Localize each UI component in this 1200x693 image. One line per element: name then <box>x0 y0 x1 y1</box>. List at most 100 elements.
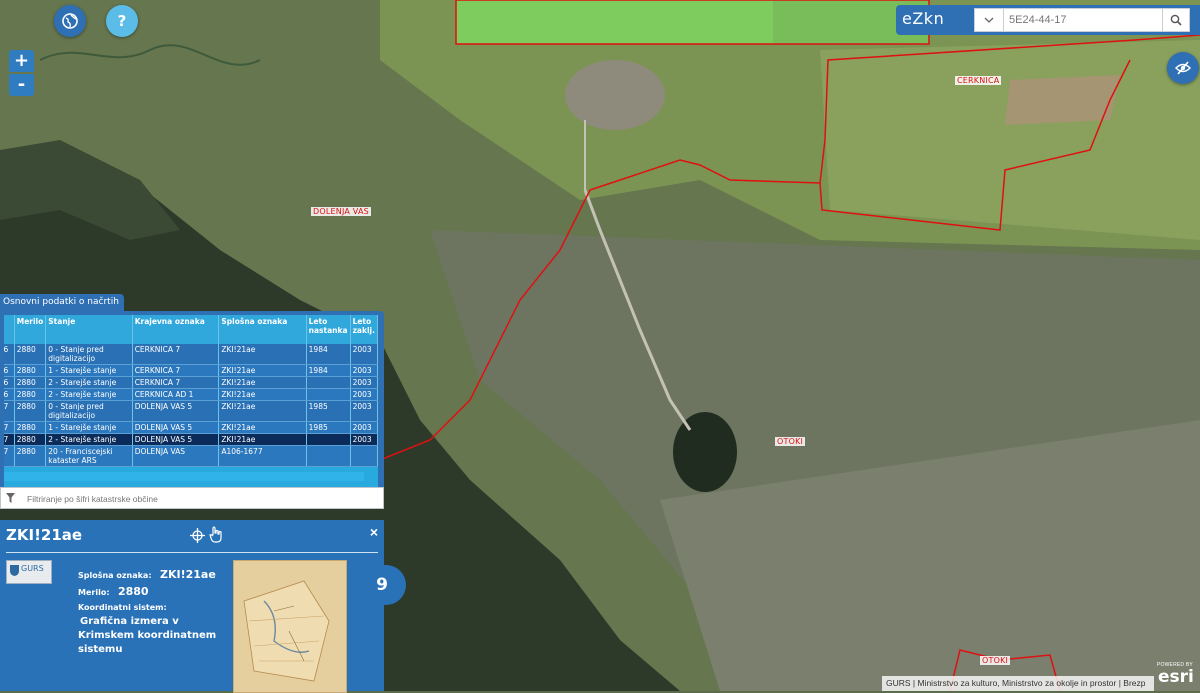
column-header-leto[interactable]: Leto nastanka <box>306 315 351 344</box>
column-header-leto-zakljucka[interactable]: Leto zaklj. <box>350 315 378 344</box>
column-header-merilo[interactable]: Merilo <box>14 315 47 344</box>
table-cell-splosna: ZKI!21ae <box>218 400 307 422</box>
table-cell-id: 476 <box>4 344 15 365</box>
table-cell-leto2: 2003 <box>350 421 378 434</box>
table-cell-merilo: 2880 <box>14 376 47 389</box>
table-cell-krajevna: DOLENJA VAS 5 <box>132 433 220 446</box>
table-cell-leto2: 2003 <box>350 388 378 401</box>
table-cell-leto: 1985 <box>306 421 351 434</box>
esri-wordmark: esri <box>1158 667 1194 687</box>
shield-icon <box>10 565 19 576</box>
table-cell-id: 476 <box>4 388 15 401</box>
table-row[interactable]: 47628802 - Starejše stanjeCERKNICA 7ZKI!… <box>4 376 378 389</box>
table-cell-stanje: 1 - Starejše stanje <box>45 421 133 434</box>
table-cell-leto: 1985 <box>306 400 351 422</box>
gurs-logo: GURS <box>6 560 52 584</box>
table-cell-merilo: 2880 <box>14 400 47 422</box>
zoom-out-button[interactable]: - <box>9 74 34 96</box>
info-row-splosna: Splošna oznaka: ZKI!21ae <box>78 565 216 583</box>
info-row-koordinatni: Koordinatni sistem: Grafična izmera v Kr… <box>78 600 218 656</box>
search-input[interactable] <box>1009 9 1159 31</box>
globe-button[interactable] <box>54 5 86 37</box>
column-header-id[interactable]: ID <box>4 315 15 344</box>
table-cell-stanje: 0 - Stanje pred digitalizacijo <box>45 400 133 422</box>
pointer-hand-icon[interactable] <box>209 526 223 543</box>
info-panel: ZKI!21ae × GURS Splošna oznaka: ZKI!21ae… <box>0 520 384 693</box>
table-cell-krajevna: DOLENJA VAS 5 <box>132 400 220 422</box>
table-cell-krajevna: DOLENJA VAS <box>132 445 220 467</box>
map-attribution: GURS | Ministrstvo za kulturo, Ministrst… <box>882 676 1154 691</box>
map-label-otoki: OTOKI <box>775 437 806 446</box>
table-cell-stanje: 0 - Stanje pred digitalizacijo <box>45 344 133 365</box>
table-cell-splosna: ZKI!21ae <box>218 433 307 446</box>
zoom-in-button[interactable]: + <box>9 50 34 72</box>
table-cell-id: 477 <box>4 445 15 467</box>
search-box <box>974 8 1190 32</box>
table-cell-id: 476 <box>4 376 15 389</box>
map-label-dolenja-vas: DOLENJA VAS <box>311 207 371 216</box>
splosna-value: ZKI!21ae <box>159 568 216 581</box>
table-panel-tab[interactable]: Osnovni podatki o načrtih <box>0 294 124 311</box>
map-sheet-image <box>234 561 346 692</box>
column-header-splosna[interactable]: Splošna oznaka <box>218 315 307 344</box>
question-icon: ? <box>117 12 127 30</box>
table-row[interactable]: 47628800 - Stanje pred digitalizacijoCER… <box>4 344 378 365</box>
help-button[interactable]: ? <box>106 5 138 37</box>
column-header-krajevna[interactable]: Krajevna oznaka <box>132 315 220 344</box>
app-header: eZkn <box>896 5 1200 35</box>
table-scroll-area[interactable]: ID Merilo Stanje Krajevna oznaka Splošna… <box>4 315 378 493</box>
table-cell-leto <box>306 388 351 401</box>
table-cell-stanje: 20 - Franciscejski kataster ARS <box>45 445 133 467</box>
esri-logo: POWERED BY esri <box>1155 662 1200 691</box>
table-row[interactable]: 47628802 - Starejše stanjeCERKNICA AD 1Z… <box>4 388 378 401</box>
table-cell-krajevna: CERKNICA 7 <box>132 364 220 377</box>
table-cell-id: 477 <box>4 400 15 422</box>
table-cell-stanje: 2 - Starejše stanje <box>45 388 133 401</box>
table-cell-leto2 <box>350 445 378 467</box>
info-title: ZKI!21ae <box>6 526 83 544</box>
map-label-cerknica: CERKNICA <box>955 76 1002 85</box>
koordinatni-label: Koordinatni sistem: <box>78 603 167 612</box>
merilo-value: 2880 <box>117 585 149 598</box>
info-row-merilo: Merilo: 2880 <box>78 582 149 600</box>
search-dropdown[interactable] <box>975 9 1004 31</box>
map-label-otoki-2: OTOKI <box>980 656 1011 665</box>
koordinatni-value: Grafična izmera v Krimskem koordinatnem … <box>78 616 217 655</box>
table-row[interactable]: 47728801 - Starejše stanjeDOLENJA VAS 5Z… <box>4 421 378 434</box>
table-cell-krajevna: DOLENJA VAS 5 <box>132 421 220 434</box>
table-row[interactable]: 47628801 - Starejše stanjeCERKNICA 7ZKI!… <box>4 364 378 377</box>
visibility-toggle-button[interactable] <box>1167 52 1199 84</box>
table-cell-leto2: 2003 <box>350 376 378 389</box>
merilo-label: Merilo: <box>78 588 110 597</box>
horizontal-scrollbar[interactable] <box>4 472 364 481</box>
close-button[interactable]: × <box>370 524 378 540</box>
eye-slash-icon <box>1175 61 1191 75</box>
table-cell-stanje: 2 - Starejše stanje <box>45 376 133 389</box>
table-cell-merilo: 2880 <box>14 364 47 377</box>
table-row[interactable]: 47728800 - Stanje pred digitalizacijoDOL… <box>4 400 378 422</box>
table-cell-krajevna: CERKNICA 7 <box>132 376 220 389</box>
plans-table: ID Merilo Stanje Krajevna oznaka Splošna… <box>4 315 378 467</box>
table-cell-leto <box>306 433 351 446</box>
side-panel-toggle[interactable]: 9 <box>358 565 406 605</box>
table-row[interactable]: 477288020 - Franciscejski kataster ARSDO… <box>4 445 378 467</box>
divider <box>6 552 378 553</box>
table-cell-merilo: 2880 <box>14 445 47 467</box>
chevron-down-icon <box>984 17 994 23</box>
table-cell-merilo: 2880 <box>14 344 47 365</box>
table-cell-splosna: ZKI!21ae <box>218 388 307 401</box>
table-cell-splosna: A106-1677 <box>218 445 307 467</box>
table-cell-stanje: 2 - Starejše stanje <box>45 433 133 446</box>
search-button[interactable] <box>1162 9 1189 31</box>
crosshair-icon[interactable] <box>190 528 205 543</box>
table-cell-splosna: ZKI!21ae <box>218 344 307 365</box>
table-cell-leto2: 2003 <box>350 364 378 377</box>
map-sheet-thumbnail[interactable] <box>233 560 347 693</box>
table-cell-krajevna: CERKNICA AD 1 <box>132 388 220 401</box>
table-body: 47628800 - Stanje pred digitalizacijoCER… <box>4 344 378 467</box>
table-cell-id: 477 <box>4 421 15 434</box>
column-header-stanje[interactable]: Stanje <box>45 315 133 344</box>
table-cell-leto2: 2003 <box>350 433 378 446</box>
table-row[interactable]: 47728802 - Starejše stanjeDOLENJA VAS 5Z… <box>4 433 378 446</box>
filter-input[interactable] <box>27 491 367 506</box>
